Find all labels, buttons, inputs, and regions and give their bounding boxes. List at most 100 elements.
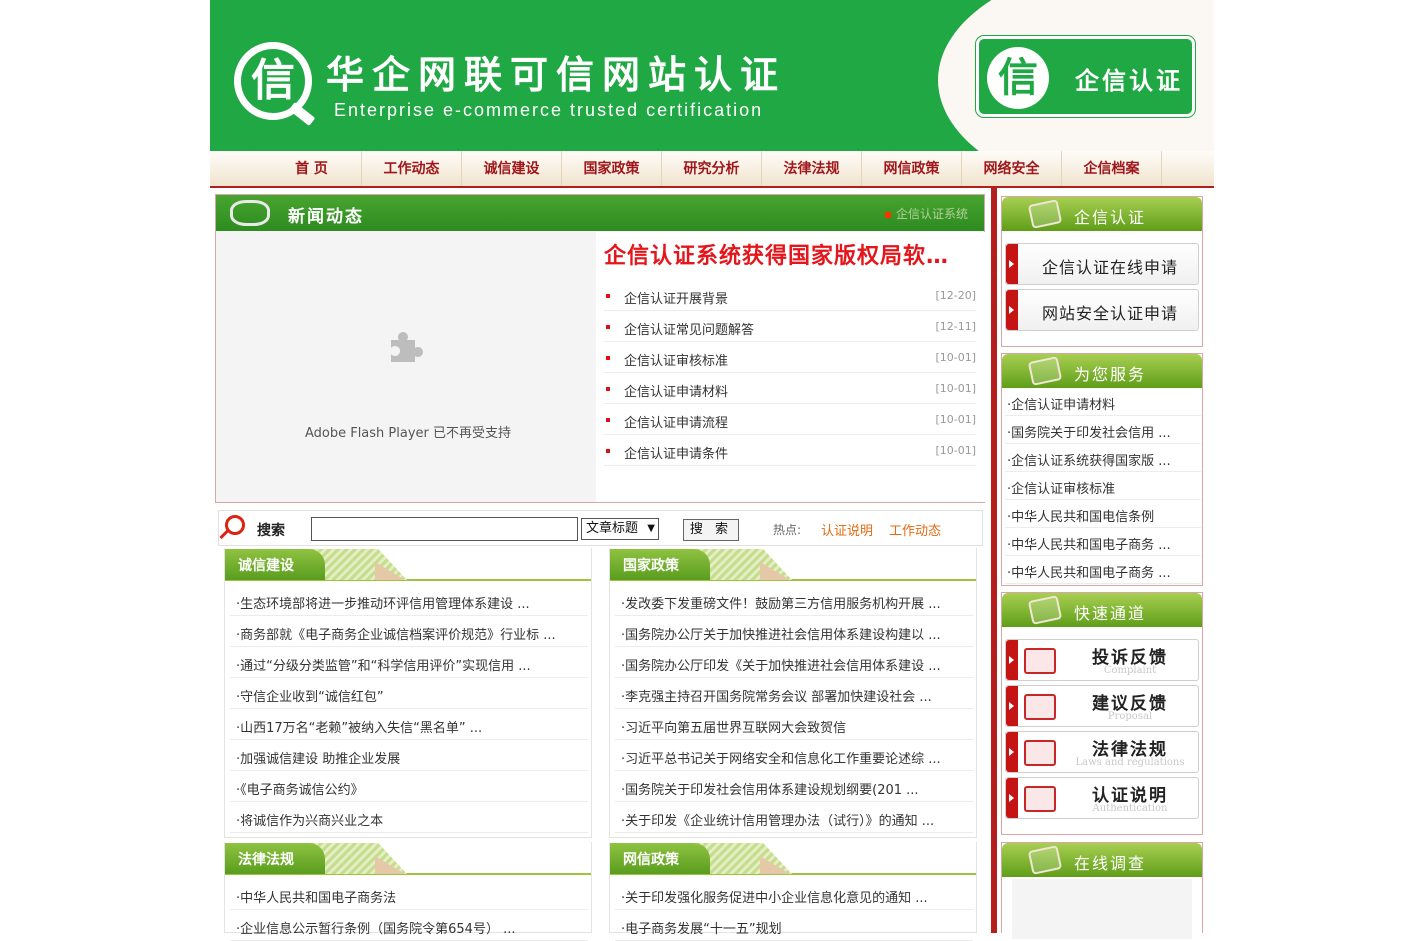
section-header: 诚信建设: [225, 548, 591, 581]
nav-enterprise-archive[interactable]: 企信档案: [1062, 151, 1162, 186]
list-item[interactable]: ·《电子商务诚信公约》: [230, 771, 588, 802]
news-headline[interactable]: 企信认证系统获得国家版权局软…: [604, 238, 949, 270]
list-item[interactable]: ·习近平向第五届世界互联网大会致贺信: [615, 709, 973, 740]
apply-site-security-button[interactable]: 网站安全认证申请: [1005, 289, 1199, 331]
search-input[interactable]: [311, 517, 578, 541]
nav-cyber-policy[interactable]: 网信政策: [862, 151, 962, 186]
panel-title: 在线调查: [1074, 854, 1147, 873]
list-item[interactable]: ·企业信息公示暂行条例（国务院令第654号） ...: [230, 910, 588, 941]
list-item[interactable]: ·国务院关于印发社会信用 ...: [1005, 416, 1201, 444]
badge-logo-icon: 信: [987, 47, 1049, 109]
arrow-right-icon: [1006, 778, 1018, 818]
list-item[interactable]: ·将诚信作为兴商兴业之本: [230, 802, 588, 833]
nav-laws[interactable]: 法律法规: [762, 151, 862, 186]
nav-national-policy[interactable]: 国家政策: [562, 151, 662, 186]
news-panel: 新闻动态 ▪ 企信认证系统 Adobe Flash Player 已不再受支持 …: [215, 194, 985, 503]
list-item[interactable]: ·关于印发《企业统计信用管理办法（试行）》的通知 ...: [615, 802, 973, 833]
news-list: 企信认证系统获得国家版权局软… 企信认证开展背景 [12-20] 企信认证常见问题…: [596, 232, 985, 502]
search-button[interactable]: 搜 索: [683, 519, 739, 541]
news-item[interactable]: 企信认证审核标准 [10-01]: [604, 342, 976, 373]
hot-label: 热点:: [773, 523, 802, 537]
site-subtitle: Enterprise e-commerce trusted certificat…: [334, 100, 764, 120]
arrow-right-icon: [1006, 732, 1018, 772]
cert-panel: 企信认证 企信认证在线申请 网站安全认证申请: [1001, 196, 1203, 347]
laws-button[interactable]: 法律法规 Laws and regulations: [1005, 731, 1199, 773]
list-item[interactable]: ·中华人民共和国电子商务法: [230, 879, 588, 910]
nav-work-news[interactable]: 工作动态: [362, 151, 462, 186]
hot-link[interactable]: 工作动态: [889, 520, 941, 539]
certification-badge[interactable]: 信 企信认证: [976, 36, 1195, 117]
list-item[interactable]: ·中华人民共和国电子商务 ...: [1005, 528, 1201, 556]
book-icon: [1024, 694, 1056, 720]
news-item[interactable]: 企信认证申请材料 [10-01]: [604, 373, 976, 404]
list-item[interactable]: ·商务部就《电子商务企业诚信档案评价规范》行业标 ...: [230, 616, 588, 647]
list-item[interactable]: ·电子商务发展“十一五”规划: [615, 910, 973, 941]
list-item[interactable]: ·中华人民共和国电子商务 ...: [1005, 556, 1201, 584]
section-title[interactable]: 诚信建设: [238, 555, 294, 575]
hot-link[interactable]: 认证说明: [821, 520, 873, 539]
list-item[interactable]: ·生态环境部将进一步推动环评信用管理体系建设 ...: [230, 585, 588, 616]
list-item[interactable]: ·守信企业收到“诚信红包”: [230, 678, 588, 709]
list-item[interactable]: ·发改委下发重磅文件！鼓励第三方信用服务机构开展 ...: [615, 585, 973, 616]
arrow-right-icon: [1006, 244, 1018, 284]
panel-header: 快速通道: [1002, 593, 1202, 627]
section-integrity: 诚信建设 ·生态环境部将进一步推动环评信用管理体系建设 ... ·商务部就《电子…: [224, 548, 592, 838]
search-field-select[interactable]: 文章标题 ▼: [581, 518, 659, 540]
list-item[interactable]: ·中华人民共和国电信条例: [1005, 500, 1201, 528]
search-bar: 搜索 文章标题 ▼ 搜 索 热点: 认证说明 工作动态: [218, 510, 983, 546]
site-logo[interactable]: 信: [234, 42, 316, 126]
panel-title: 快速通道: [1074, 604, 1147, 623]
news-header: 新闻动态 ▪ 企信认证系统: [216, 195, 984, 231]
nav-integrity[interactable]: 诚信建设: [462, 151, 562, 186]
news-item[interactable]: 企信认证申请流程 [10-01]: [604, 404, 976, 435]
apply-cert-online-button[interactable]: 企信认证在线申请: [1005, 243, 1199, 285]
list-item[interactable]: ·习近平总书记关于网络安全和信息化工作重要论述综 ...: [615, 740, 973, 771]
arrow-right-icon: [1006, 686, 1018, 726]
section-header: 网信政策: [610, 842, 976, 875]
list-item[interactable]: ·加强诚信建设 助推企业发展: [230, 740, 588, 771]
list-item[interactable]: ·李克强主持召开国务院常务会议 部署加快建设社会 ...: [615, 678, 973, 709]
search-icon: [225, 515, 245, 535]
quick-access-panel: 快速通道 投诉反馈 Complaint 建议反馈 Proposal 法律法规 L…: [1001, 592, 1203, 835]
news-title: 新闻动态: [288, 207, 364, 227]
certificate-icon: [1027, 199, 1063, 229]
plugin-puzzle-icon: [391, 332, 423, 362]
list-item[interactable]: ·国务院关于印发社会信用体系建设规划纲要(201 ...: [615, 771, 973, 802]
nav-home[interactable]: 首 页: [262, 151, 362, 186]
nav-research[interactable]: 研究分析: [662, 151, 762, 186]
nav-network-security[interactable]: 网络安全: [962, 151, 1062, 186]
list-item[interactable]: ·国务院办公厅关于加快推进社会信用体系建设构建以 ...: [615, 616, 973, 647]
list-item[interactable]: ·企信认证申请材料: [1005, 388, 1201, 416]
list-item[interactable]: ·国务院办公厅印发《关于加快推进社会信用体系建设 ...: [615, 647, 973, 678]
arrow-right-icon: [1006, 290, 1018, 330]
search-label: 搜索: [257, 523, 285, 539]
list-item[interactable]: ·通过“分级分类监管”和“科学信用评价”实现信用 ...: [230, 647, 588, 678]
section-header: 法律法规: [225, 842, 591, 875]
pen-paper-icon: [1027, 356, 1063, 386]
section-header: 国家政策: [610, 548, 976, 581]
news-disc-icon: [230, 200, 270, 226]
news-item[interactable]: 企信认证开展背景 [12-20]: [604, 280, 976, 311]
list-item[interactable]: ·企信认证审核标准: [1005, 472, 1201, 500]
list-item[interactable]: ·关于印发强化服务促进中小企业信息化意见的通知 ...: [615, 879, 973, 910]
news-marquee[interactable]: ▪ 企信认证系统: [884, 205, 968, 222]
panel-title: 企信认证: [1074, 208, 1147, 227]
section-laws: 法律法规 ·中华人民共和国电子商务法 ·企业信息公示暂行条例（国务院令第654号…: [224, 842, 592, 941]
site-title: 华企网联可信网站认证: [326, 52, 787, 97]
news-item[interactable]: 企信认证申请条件 [10-01]: [604, 435, 976, 466]
book-icon: [1024, 786, 1056, 812]
complaint-button[interactable]: 投诉反馈 Complaint: [1005, 639, 1199, 681]
section-title[interactable]: 国家政策: [623, 555, 679, 575]
list-item[interactable]: ·企信认证系统获得国家版 ...: [1005, 444, 1201, 472]
list-item[interactable]: ·山西17万名“老赖”被纳入失信“黑名单” ...: [230, 709, 588, 740]
page: 信 华企网联可信网站认证 Enterprise e-commerce trust…: [210, 0, 1214, 941]
proposal-button[interactable]: 建议反馈 Proposal: [1005, 685, 1199, 727]
auth-info-button[interactable]: 认证说明 Authentication: [1005, 777, 1199, 819]
section-title[interactable]: 网信政策: [623, 849, 679, 869]
stamp-icon: [1024, 740, 1056, 766]
section-national-policy: 国家政策 ·发改委下发重磅文件！鼓励第三方信用服务机构开展 ... ·国务院办公…: [609, 548, 977, 838]
panel-header: 为您服务: [1002, 354, 1202, 388]
news-item[interactable]: 企信认证常见问题解答 [12-11]: [604, 311, 976, 342]
section-cyber-policy: 网信政策 ·关于印发强化服务促进中小企业信息化意见的通知 ... ·电子商务发展…: [609, 842, 977, 941]
section-title[interactable]: 法律法规: [238, 849, 294, 869]
